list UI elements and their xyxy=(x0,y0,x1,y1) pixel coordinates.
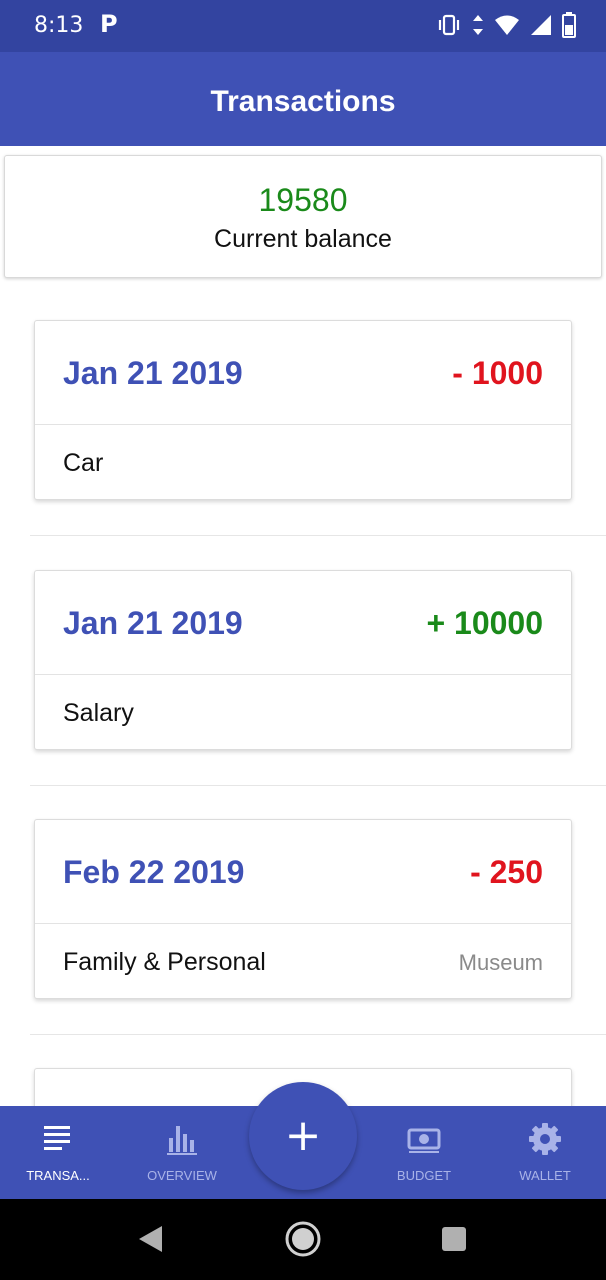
back-icon[interactable] xyxy=(136,1224,164,1254)
nav-item-overview[interactable]: OVERVIEW xyxy=(127,1106,237,1199)
transaction-header: Jan 21 2019 - 1000 xyxy=(35,321,571,425)
nav-label: WALLET xyxy=(519,1168,571,1183)
list-divider xyxy=(30,1034,606,1035)
nav-label: TRANSA... xyxy=(26,1168,90,1183)
balance-amount: 19580 xyxy=(258,182,348,218)
gear-icon xyxy=(529,1123,561,1155)
signal-icon xyxy=(531,15,551,35)
nav-label: OVERVIEW xyxy=(147,1168,217,1183)
transaction-amount: + 10000 xyxy=(426,605,543,641)
transaction-category: Salary xyxy=(63,699,134,727)
transaction-note: Museum xyxy=(458,950,543,975)
battery-icon xyxy=(562,12,576,38)
recents-icon[interactable] xyxy=(441,1226,467,1252)
home-icon[interactable] xyxy=(284,1220,322,1258)
list-divider xyxy=(30,535,606,536)
balance-label: Current balance xyxy=(214,225,392,253)
system-navigation-bar xyxy=(0,1199,606,1280)
page-title: Transactions xyxy=(210,85,396,118)
transaction-date: Jan 21 2019 xyxy=(63,355,243,391)
status-icons xyxy=(436,12,576,38)
transaction-category: Family & Personal xyxy=(63,948,266,976)
transaction-amount: - 250 xyxy=(470,854,543,890)
data-arrows-icon xyxy=(473,15,483,35)
bar-chart-icon xyxy=(167,1126,197,1155)
nav-label: BUDGET xyxy=(396,1168,452,1183)
transaction-date: Jan 21 2019 xyxy=(63,605,243,641)
vibrate-icon xyxy=(438,14,460,36)
transaction-header: Jan 21 2019 + 10000 xyxy=(35,571,571,675)
list-divider xyxy=(30,785,606,786)
list-icon xyxy=(44,1126,70,1150)
transaction-header: Feb 22 2019 - 250 xyxy=(35,820,571,924)
transaction-card[interactable]: Jan 21 2019 + 10000 Salary xyxy=(34,570,572,750)
money-icon xyxy=(407,1128,441,1153)
status-time: 8:13 xyxy=(34,13,84,38)
balance-card: 19580 Current balance xyxy=(4,155,602,278)
notification-p-icon: P xyxy=(100,10,118,38)
nav-item-wallet[interactable]: WALLET xyxy=(490,1106,600,1199)
wifi-icon xyxy=(495,15,519,35)
transaction-date: Feb 22 2019 xyxy=(63,854,245,890)
transaction-card[interactable]: Feb 22 2019 - 250 Family & Personal Muse… xyxy=(34,819,572,999)
plus-icon: + xyxy=(284,1110,322,1161)
nav-item-transactions[interactable]: TRANSA... xyxy=(3,1106,113,1199)
transaction-amount: - 1000 xyxy=(452,355,543,391)
transaction-card[interactable]: Jan 21 2019 - 1000 Car xyxy=(34,320,572,500)
transaction-category: Car xyxy=(63,449,104,477)
app-bar: Transactions xyxy=(0,52,606,146)
nav-item-budget[interactable]: BUDGET xyxy=(369,1106,479,1199)
status-bar: 8:13 P xyxy=(0,0,606,52)
add-transaction-button[interactable]: + xyxy=(249,1082,357,1190)
